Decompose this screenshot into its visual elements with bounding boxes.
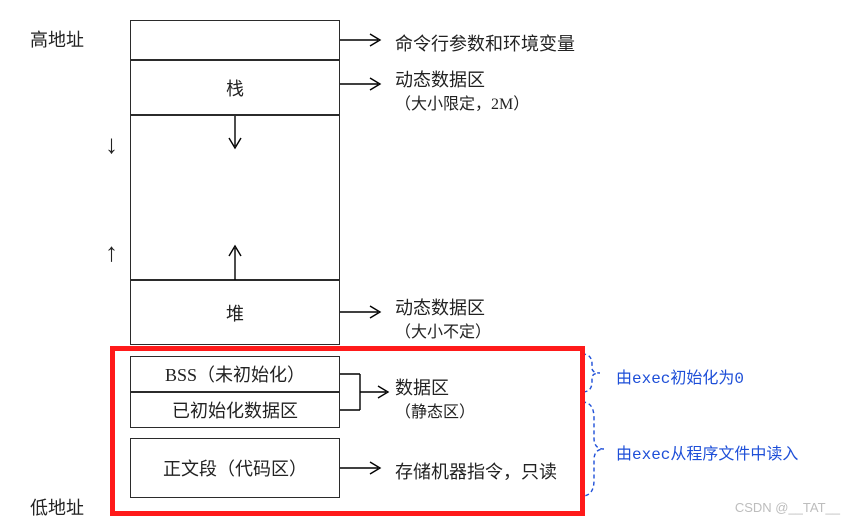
note-stack-line2: （大小限定，2M） bbox=[395, 90, 529, 114]
watermark: CSDN @__TAT__ bbox=[735, 500, 840, 515]
note-dataarea-line2: （静态区） bbox=[395, 398, 475, 422]
brace-icon bbox=[580, 398, 612, 500]
segment-stack: 栈 bbox=[130, 60, 340, 115]
segment-bss-label: BSS（未初始化） bbox=[131, 361, 339, 387]
arrow-up-icon bbox=[225, 240, 245, 280]
note-dataarea-line1: 数据区 bbox=[395, 374, 449, 400]
segment-cmdline-env bbox=[130, 20, 340, 60]
label-high-address: 高地址 bbox=[30, 26, 84, 52]
note-exec-init-bss: 由exec初始化为0 bbox=[616, 364, 744, 388]
note-cmdline: 命令行参数和环境变量 bbox=[395, 30, 575, 56]
arrow-stack-grows-down: ↓ bbox=[105, 130, 118, 160]
segment-heap-label: 堆 bbox=[131, 300, 339, 326]
segment-text-label: 正文段（代码区） bbox=[131, 455, 339, 481]
note-text-line1: 存储机器指令，只读 bbox=[395, 458, 557, 484]
diagram-root: { "labels": { "high_addr": "高地址", "low_a… bbox=[0, 0, 850, 521]
arrow-heap-grows-up: ↑ bbox=[105, 238, 118, 268]
segment-heap: 堆 bbox=[130, 280, 340, 345]
segment-initialized-data: 已初始化数据区 bbox=[130, 392, 340, 428]
arrow-right-icon bbox=[340, 302, 390, 322]
arrow-right-icon bbox=[340, 74, 390, 94]
brace-icon bbox=[580, 350, 612, 396]
arrow-right-icon bbox=[340, 30, 390, 50]
note-heap-line1: 动态数据区 bbox=[395, 294, 485, 320]
segment-bss: BSS（未初始化） bbox=[130, 356, 340, 392]
segment-text: 正文段（代码区） bbox=[130, 438, 340, 498]
segment-data-label: 已初始化数据区 bbox=[131, 397, 339, 423]
bracket-icon bbox=[340, 356, 400, 428]
arrow-down-icon bbox=[225, 116, 245, 156]
note-stack-line1: 动态数据区 bbox=[395, 66, 485, 92]
note-exec-read-file: 由exec从程序文件中读入 bbox=[616, 440, 798, 464]
segment-stack-label: 栈 bbox=[131, 75, 339, 101]
label-low-address: 低地址 bbox=[30, 494, 84, 520]
note-heap-line2: （大小不定） bbox=[395, 318, 491, 342]
arrow-right-icon bbox=[340, 458, 390, 478]
